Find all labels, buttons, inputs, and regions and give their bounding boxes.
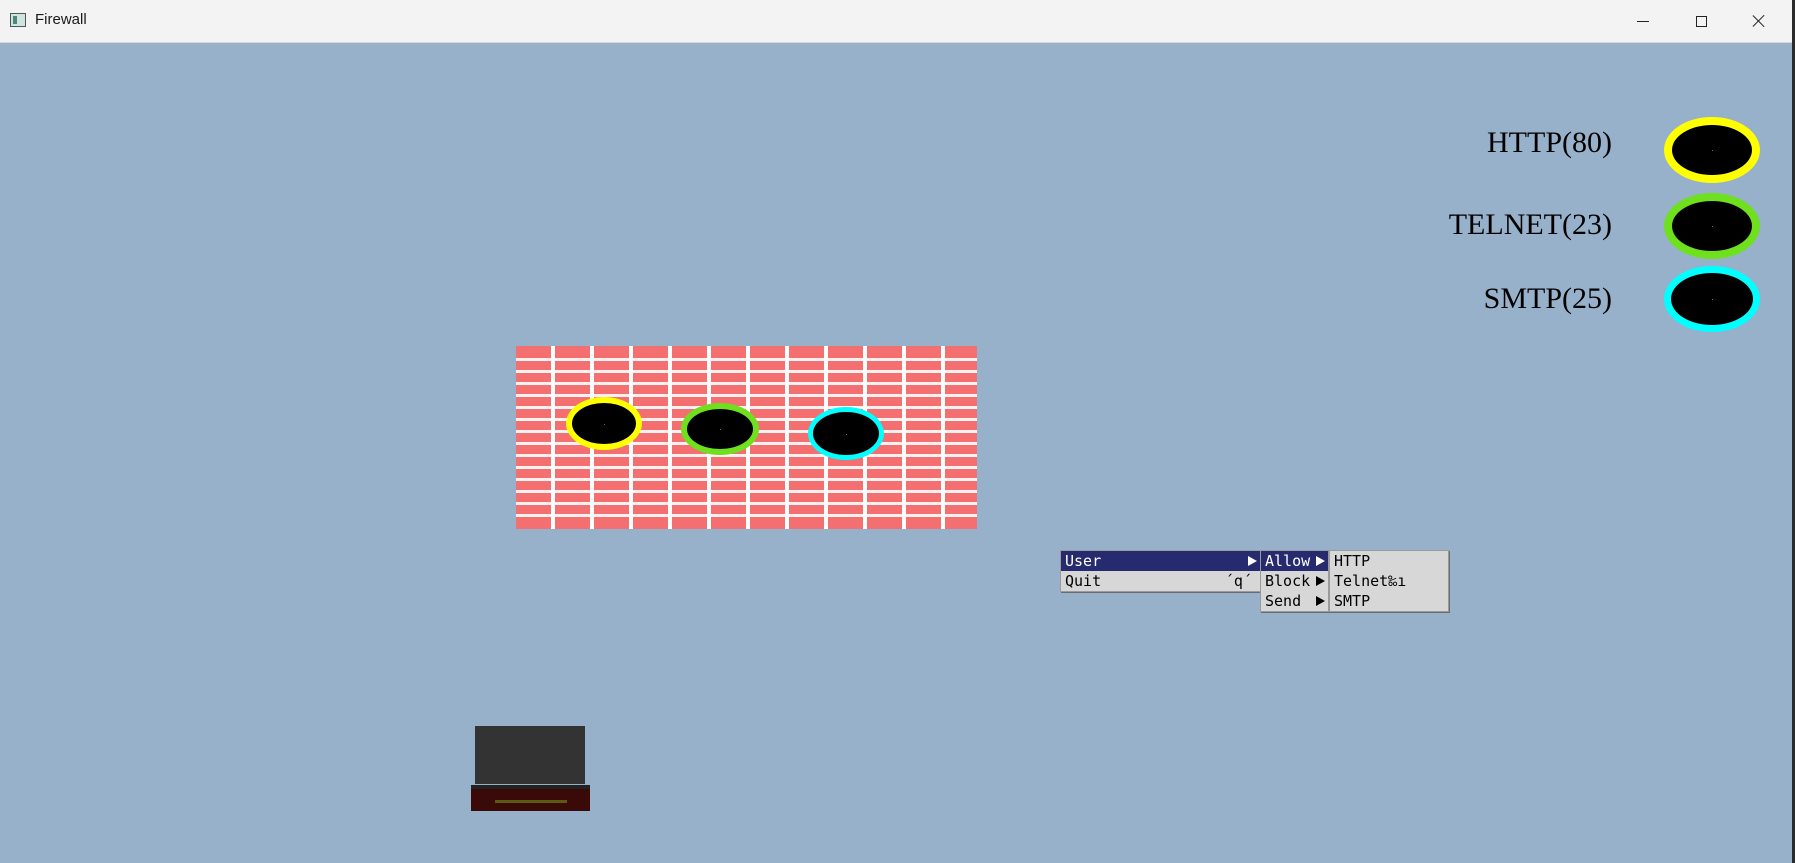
allow-submenu: HTTP Telnet‰ı SMTP — [1329, 550, 1449, 612]
legend-label-http: HTTP(80) — [1487, 126, 1612, 159]
submenu-arrow-icon — [1316, 576, 1325, 586]
menu-item-quit-label: Quit — [1065, 572, 1102, 590]
close-button[interactable] — [1730, 0, 1788, 42]
wall-mortar — [551, 346, 555, 529]
menu-item-send-label: Send — [1265, 592, 1302, 610]
app-icon — [10, 13, 26, 27]
window-title: Firewall — [35, 11, 87, 28]
legend-label-telnet: TELNET(23) — [1448, 208, 1612, 241]
menu-item-smtp-label: SMTP — [1334, 592, 1371, 610]
legend-port-telnet — [1664, 193, 1760, 259]
wall-mortar — [668, 346, 672, 529]
menu-item-block[interactable]: Block — [1261, 571, 1328, 591]
menu-item-quit[interactable]: Quit ´q´ — [1061, 571, 1260, 591]
menu-item-block-label: Block — [1265, 572, 1311, 590]
firewall-window: Firewall HTTP(80) TELNET(23) SMTP(25) Us… — [0, 0, 1792, 863]
computer-slot — [495, 800, 567, 803]
wall-port-smtp[interactable] — [808, 407, 884, 460]
wall-mortar — [941, 346, 945, 529]
legend-label-smtp: SMTP(25) — [1483, 282, 1612, 315]
submenu-arrow-icon — [1316, 596, 1325, 606]
submenu-arrow-icon — [1248, 556, 1257, 566]
submenu-arrow-icon — [1316, 556, 1325, 566]
user-submenu: Allow Block Send — [1260, 550, 1329, 612]
main-popup-menu: User Quit ´q´ — [1060, 550, 1261, 592]
wall-port-http[interactable] — [566, 397, 642, 450]
menu-item-send[interactable]: Send — [1261, 591, 1328, 611]
minimize-icon — [1637, 20, 1649, 22]
menu-item-telnet-label: Telnet‰ı — [1334, 572, 1407, 590]
wall-mortar — [902, 346, 906, 529]
menu-item-allow[interactable]: Allow — [1261, 551, 1328, 571]
title-bar[interactable]: Firewall — [0, 0, 1792, 43]
minimize-button[interactable] — [1614, 0, 1672, 42]
menu-item-user-label: User — [1065, 552, 1102, 570]
user-computer — [475, 726, 585, 784]
menu-item-smtp[interactable]: SMTP — [1330, 591, 1448, 611]
quit-shortcut: ´q´ — [1224, 572, 1252, 590]
menu-item-user[interactable]: User — [1061, 551, 1260, 571]
close-icon — [1752, 14, 1766, 28]
menu-item-http-label: HTTP — [1334, 552, 1371, 570]
computer-base — [471, 785, 590, 811]
legend-port-http — [1664, 117, 1760, 183]
maximize-icon — [1695, 15, 1707, 27]
menu-item-http[interactable]: HTTP — [1330, 551, 1448, 571]
menu-item-telnet[interactable]: Telnet‰ı — [1330, 571, 1448, 591]
maximize-button[interactable] — [1672, 0, 1730, 42]
wall-port-telnet[interactable] — [681, 403, 759, 455]
legend-port-smtp — [1664, 266, 1760, 332]
wall-mortar — [785, 346, 789, 529]
menu-item-allow-label: Allow — [1265, 552, 1311, 570]
